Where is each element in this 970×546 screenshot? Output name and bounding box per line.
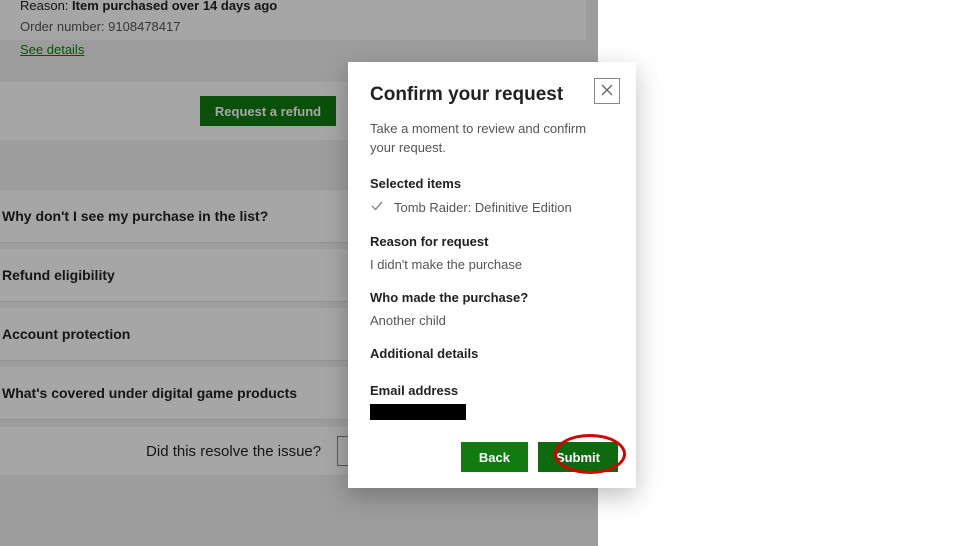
close-icon xyxy=(601,84,613,99)
who-made-purchase-value: Another child xyxy=(370,313,614,328)
page-root: Reason: Item purchased over 14 days ago … xyxy=(0,0,970,546)
right-region xyxy=(598,0,970,546)
email-address-value xyxy=(370,404,466,420)
additional-details-label: Additional details xyxy=(370,346,614,361)
selected-item-name: Tomb Raider: Definitive Edition xyxy=(394,200,572,215)
back-button[interactable]: Back xyxy=(461,442,528,472)
dialog-intro: Take a moment to review and confirm your… xyxy=(370,120,614,158)
confirm-request-dialog: Confirm your request Take a moment to re… xyxy=(348,62,636,488)
check-icon xyxy=(370,199,384,216)
reason-for-request-value: I didn't make the purchase xyxy=(370,257,614,272)
dialog-title: Confirm your request xyxy=(370,84,614,106)
selected-items-label: Selected items xyxy=(370,176,614,191)
email-address-label: Email address xyxy=(370,383,614,398)
dialog-footer: Back Submit xyxy=(461,442,618,472)
close-button[interactable] xyxy=(594,78,620,104)
selected-item-row: Tomb Raider: Definitive Edition xyxy=(370,199,614,216)
submit-button[interactable]: Submit xyxy=(538,442,618,472)
who-made-purchase-label: Who made the purchase? xyxy=(370,290,614,305)
reason-for-request-label: Reason for request xyxy=(370,234,614,249)
